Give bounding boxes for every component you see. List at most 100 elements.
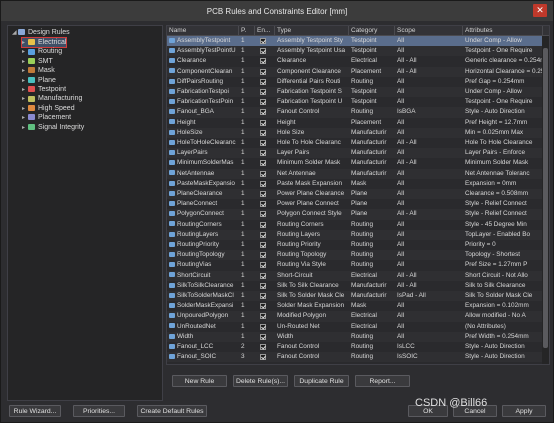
enabled-checkbox[interactable] [260,191,266,197]
enabled-checkbox[interactable] [260,140,266,146]
priorities-button[interactable]: Priorities... [73,405,125,417]
enabled-checkbox[interactable] [260,344,266,350]
column-header[interactable]: P. [239,26,255,36]
rule-icon [169,180,175,186]
tree-item-placement[interactable]: ▸ Placement [22,113,71,122]
column-header[interactable]: Scope [395,26,463,36]
enabled-checkbox[interactable] [260,129,266,136]
enabled-checkbox[interactable] [260,109,266,116]
enabled-checkbox[interactable] [260,78,266,85]
enabled-checkbox[interactable] [260,48,266,55]
enabled-checkbox[interactable] [260,221,266,228]
table-row[interactable]: MinimumSolderMas 1 Minimum Solder Mask Manu… [167,158,549,168]
enabled-checkbox[interactable] [260,89,266,95]
apply-button[interactable]: Apply [502,405,546,417]
tree-item-mask[interactable]: ▸ Mask [22,66,55,75]
enabled-checkbox[interactable] [260,354,266,361]
enabled-checkbox[interactable] [260,68,266,75]
column-header[interactable]: Name [167,26,239,36]
table-row[interactable]: SilkToSilkClearance 1 Silk To Silk Clearan… [167,281,549,291]
enabled-checkbox[interactable] [260,313,266,320]
enabled-checkbox[interactable] [260,160,266,167]
table-row[interactable]: SolderMaskExpansi 1 Solder Mask Expansion M… [167,301,549,311]
tree-item-high-speed[interactable]: ▸ High Speed [22,104,75,113]
duplicate-rule-button[interactable]: Duplicate Rule [294,375,349,387]
table-row[interactable]: ComponentClearan 1 Component Clearance Plac… [167,66,549,77]
rule-wizard-button[interactable]: Rule Wizard... [9,405,61,417]
table-row[interactable]: PolygonConnect 1 Polygon Connect Style Plan… [167,209,549,220]
table-cell: Pref Size = 1.27mm P [465,261,528,269]
enabled-checkbox[interactable] [260,252,266,259]
vertical-scrollbar[interactable] [542,36,549,364]
table-row[interactable]: Clearance 1 Clearance Electrical All - All Ge… [167,56,549,66]
table-row[interactable]: FabricationTestpoi 1 Fabrication Testpoint… [167,87,549,98]
table-row[interactable]: LayerPairs 1 Layer Pairs Manufacturir All Lay… [167,148,549,159]
table-row[interactable]: RoutingPriority 1 Routing Priority Routing A… [167,240,549,250]
enabled-checkbox[interactable] [260,201,266,208]
table-row[interactable]: SilkToSolderMaskCl 1 Silk To Solder Mask C… [167,291,549,302]
table-row[interactable]: Height 1 Height Placement All Pref Height = 1… [167,118,549,128]
tree-item-electrical[interactable]: ▸ Electrical [20,37,68,48]
enabled-checkbox[interactable] [260,58,266,65]
title-bar[interactable]: PCB Rules and Constraints Editor [mm] ✕ [1,1,553,21]
table-row[interactable]: HoleSize 1 Hole Size Manufacturir All Min = 0… [167,127,549,138]
delete-rule-button[interactable]: Delete Rule(s)... [233,375,288,387]
create-default-rules-button[interactable]: Create Default Rules [137,405,207,417]
column-header[interactable]: Category [349,26,395,36]
column-header[interactable]: En... [255,26,275,36]
table-row[interactable]: PlaneClearance 1 Power Plane Clearance Plan… [167,189,549,200]
enabled-checkbox[interactable] [260,211,266,218]
table-cell: SilkToSolderMaskCl [167,291,239,301]
enabled-checkbox[interactable] [260,242,266,248]
enabled-checkbox[interactable] [260,38,266,44]
table-row[interactable]: RoutingLayers 1 Routing Layers Routing All To… [167,229,549,240]
table-row[interactable]: PlaneConnect 1 Power Plane Connect Plane All… [167,199,549,209]
enabled-checkbox[interactable] [260,333,266,340]
table-row[interactable]: Width 1 Width Routing All Pref Width = 0.254m… [167,331,549,342]
tree-item-routing[interactable]: ▸ Routing [22,47,62,56]
column-header[interactable]: Type [275,26,349,36]
enabled-checkbox[interactable] [260,282,266,289]
tree-item-manufacturing[interactable]: ▸ Manufacturing [22,94,82,103]
table-row[interactable]: FabricationTestPoin 1 Fabrication Testpoin… [167,97,549,107]
tree-item-plane[interactable]: ▸ Plane [22,76,56,85]
scrollbar-thumb[interactable] [543,48,548,348]
enabled-checkbox[interactable] [260,262,266,269]
enabled-checkbox[interactable] [260,323,266,330]
table-row[interactable]: AssemblyTestPointU 1 Assembly Testpoint Us… [167,46,549,57]
enabled-checkbox[interactable] [260,293,266,299]
enabled-checkbox[interactable] [260,303,266,310]
enabled-checkbox[interactable] [260,150,266,157]
enabled-checkbox[interactable] [260,231,266,238]
table-row[interactable]: HoleToHoleClearanc 1 Hole To Hole Clearanc… [167,138,549,148]
tree-item-testpoint[interactable]: ▸ Testpoint [22,85,66,94]
tree-item-signal-integrity[interactable]: ▸ Signal Integrity [22,123,84,132]
table-row[interactable]: RoutingVias 1 Routing Via Style Routing All P… [167,260,549,270]
enabled-checkbox[interactable] [260,99,266,106]
table-row[interactable]: NetAntennae 1 Net Antennae Manufacturir All N… [167,168,549,179]
column-header[interactable]: Attributes [463,26,543,36]
rules-grid[interactable]: Name P. En... Type Category Scope Attributes A… [166,25,550,365]
table-row[interactable]: PasteMaskExpansio 1 Paste Mask Expansion Ma… [167,179,549,189]
table-row[interactable]: UnRoutedNet 1 Un-Routed Net Electrical All (N… [167,322,549,332]
new-rule-button[interactable]: New Rule [172,375,227,387]
table-row[interactable]: AssemblyTestpoint 1 Assembly Testpoint Sty… [167,36,549,47]
enabled-checkbox[interactable] [260,170,266,177]
table-row[interactable]: DiffPairsRouting 1 Differential Pairs Rout… [167,77,549,87]
enabled-checkbox[interactable] [260,119,266,126]
table-row[interactable]: Fanout_LCC 2 Fanout Control Routing IsLCC Sty… [167,342,549,352]
table-row[interactable]: ShortCircuit 1 Short-Circuit Electrical All … [167,270,549,281]
report-button[interactable]: Report... [355,375,410,387]
enabled-checkbox[interactable] [260,272,266,279]
table-row[interactable]: Fanout_SOIC 3 Fanout Control Routing IsSOIC S… [167,352,549,363]
rules-tree[interactable]: ◢ Design Rules ▸ Electrical ▸ Routing ▸ SMT ▸ Ma… [7,25,163,401]
table-row[interactable]: RoutingCorners 1 Routing Corners Routing All… [167,220,549,230]
close-icon[interactable]: ✕ [533,4,547,17]
tree-item-smt[interactable]: ▸ SMT [22,57,53,66]
table-row[interactable]: Fanout_BGA 1 Fanout Control Routing IsBGA Sty… [167,107,549,118]
rule-icon [169,109,175,115]
table-row[interactable]: UnpouredPolygon 1 Modified Polygon Electric… [167,311,549,322]
tree-root-design-rules[interactable]: ◢ Design Rules [12,28,70,37]
table-row[interactable]: RoutingTopology 1 Routing Topology Routing A… [167,250,549,261]
enabled-checkbox[interactable] [260,180,266,187]
